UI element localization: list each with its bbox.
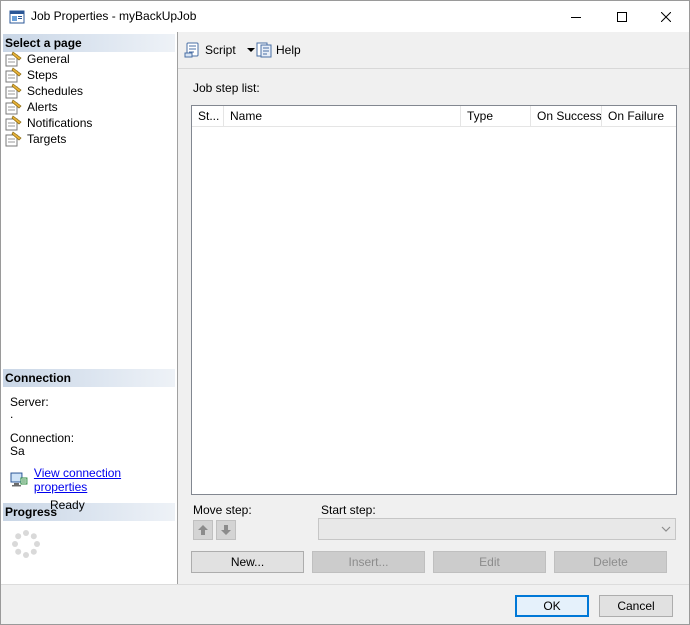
start-step-combobox[interactable] <box>318 518 676 540</box>
page-item-label: General <box>27 52 70 66</box>
grid-header: St... Name Type On Success On Failure <box>192 106 676 127</box>
column-header-on-success[interactable]: On Success <box>531 106 602 126</box>
job-step-grid[interactable]: St... Name Type On Success On Failure <box>191 105 677 495</box>
wrench-page-icon <box>5 99 22 115</box>
wrench-page-icon <box>5 83 22 99</box>
progress-header: Progress <box>3 503 175 521</box>
server-value: . <box>10 407 14 421</box>
wrench-page-icon <box>5 51 22 67</box>
select-page-header: Select a page <box>3 34 175 52</box>
column-header-step[interactable]: St... <box>192 106 224 126</box>
insert-step-button[interactable]: Insert... <box>312 551 425 573</box>
toolbar: Script Help <box>178 32 689 69</box>
job-properties-window: Job Properties - myBackUpJob Select a pa… <box>0 0 690 625</box>
progress-status: Ready <box>50 498 85 512</box>
app-icon <box>9 10 25 24</box>
delete-step-label: Delete <box>593 555 628 569</box>
page-item-label: Targets <box>27 132 67 146</box>
ok-label: OK <box>543 599 561 613</box>
help-label: Help <box>276 43 301 57</box>
left-pane: Select a page General Steps Schedules Al… <box>1 32 178 584</box>
arrow-down-icon <box>221 525 231 535</box>
column-header-name[interactable]: Name <box>224 106 461 126</box>
view-connection-properties-link[interactable]: View connection properties <box>10 466 177 494</box>
maximize-button[interactable] <box>599 1 645 32</box>
view-connection-properties-label: View connection properties <box>33 466 122 494</box>
wrench-page-icon <box>5 115 22 131</box>
connection-value: Sa <box>10 444 25 458</box>
page-item-steps[interactable]: Steps <box>5 67 92 83</box>
help-icon <box>256 42 272 58</box>
job-step-list-label: Job step list: <box>193 81 260 95</box>
column-header-type[interactable]: Type <box>461 106 531 126</box>
help-button[interactable]: Help <box>255 41 301 59</box>
move-step-up-button[interactable] <box>193 520 213 540</box>
close-button[interactable] <box>643 1 689 32</box>
cancel-button[interactable]: Cancel <box>599 595 673 617</box>
arrow-up-icon <box>198 525 208 535</box>
cancel-label: Cancel <box>617 599 655 613</box>
page-item-label: Alerts <box>27 100 58 114</box>
chevron-down-icon <box>661 526 671 532</box>
edit-step-button[interactable]: Edit <box>433 551 546 573</box>
title-bar: Job Properties - myBackUpJob <box>1 1 689 32</box>
column-header-on-failure[interactable]: On Failure <box>602 106 676 126</box>
page-item-label: Schedules <box>27 84 84 98</box>
page-item-schedules[interactable]: Schedules <box>5 83 92 99</box>
connection-properties-icon <box>10 472 28 487</box>
edit-step-label: Edit <box>479 555 500 569</box>
page-item-general[interactable]: General <box>5 51 92 67</box>
wrench-page-icon <box>5 131 22 147</box>
wrench-page-icon <box>5 67 22 83</box>
page-item-notifications[interactable]: Notifications <box>5 115 92 131</box>
script-button[interactable]: Script <box>184 41 261 59</box>
script-icon <box>184 42 199 58</box>
window-title: Job Properties - myBackUpJob <box>31 9 197 23</box>
move-step-label: Move step: <box>193 503 252 517</box>
ok-button[interactable]: OK <box>515 595 589 617</box>
page-list: General Steps Schedules Alerts Notificat… <box>5 51 92 147</box>
page-item-targets[interactable]: Targets <box>5 131 92 147</box>
minimize-icon <box>571 16 581 18</box>
page-item-alerts[interactable]: Alerts <box>5 99 92 115</box>
connection-header: Connection <box>3 369 175 387</box>
maximize-icon <box>617 11 627 22</box>
move-step-down-button[interactable] <box>216 520 236 540</box>
delete-step-button[interactable]: Delete <box>554 551 667 573</box>
new-step-button[interactable]: New... <box>191 551 304 573</box>
minimize-button[interactable] <box>553 1 599 32</box>
insert-step-label: Insert... <box>348 555 389 569</box>
connection-label: Connection: <box>10 431 75 445</box>
script-label: Script <box>205 43 236 57</box>
page-item-label: Notifications <box>27 116 93 130</box>
server-label: Server: <box>10 395 49 409</box>
progress-spinner-icon <box>12 530 40 558</box>
start-step-label: Start step: <box>321 503 376 517</box>
page-item-label: Steps <box>27 68 58 82</box>
new-step-label: New... <box>230 555 265 569</box>
close-icon <box>661 11 671 22</box>
